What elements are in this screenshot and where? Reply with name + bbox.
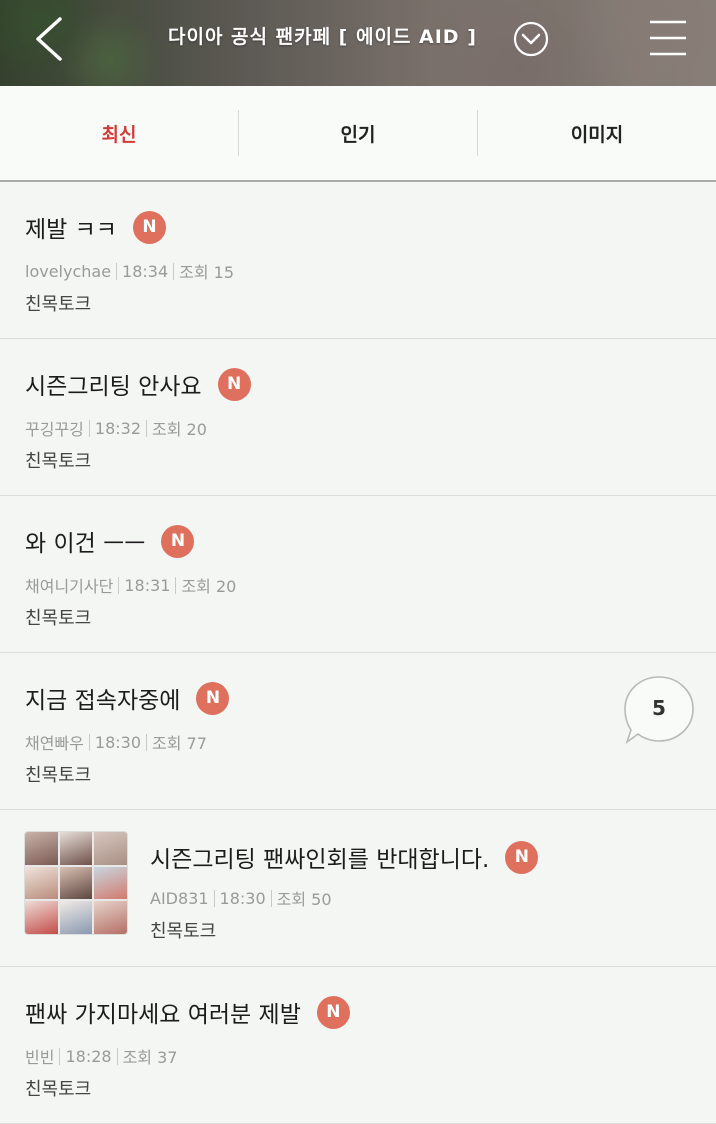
post-meta: 빈빈 18:28 조회 37: [25, 1044, 177, 1068]
hamburger-menu-icon[interactable]: [648, 18, 688, 58]
post-title[interactable]: 시즌그리팅 안사요: [25, 367, 202, 401]
tab-bar: 최신 인기 이미지: [0, 86, 716, 182]
meta-divider: [175, 576, 177, 594]
post-meta: 채여니기사단 18:31 조회 20: [25, 573, 236, 597]
meta-divider: [116, 262, 118, 280]
post-time: 18:28: [65, 1046, 112, 1066]
post-title[interactable]: 제발 ㅋㅋ: [25, 210, 117, 244]
meta-divider: [173, 262, 175, 280]
chevron-down-icon[interactable]: [513, 21, 549, 57]
post-author: lovelychae: [25, 261, 112, 281]
post-time: 18:32: [94, 418, 141, 438]
list-item[interactable]: 시즌그리팅 팬싸인회를 반대합니다. N AID831 18:30 조회 50 …: [0, 810, 716, 967]
post-meta: 꾸깅꾸깅 18:32 조회 20: [25, 416, 207, 440]
list-item[interactable]: 와 이건 ㅡㅡ N 채여니기사단 18:31 조회 20 친목토크: [0, 496, 716, 653]
post-views: 조회 20: [152, 420, 207, 439]
meta-divider: [213, 889, 215, 907]
post-title[interactable]: 팬싸 가지마세요 여러분 제발: [25, 995, 301, 1029]
post-board: 친목토크: [25, 451, 92, 472]
post-board: 친목토크: [25, 294, 92, 315]
meta-divider: [270, 889, 272, 907]
meta-divider: [88, 419, 90, 437]
post-board: 친목토크: [150, 921, 217, 942]
back-arrow-icon[interactable]: [30, 16, 70, 62]
post-meta: 채연빠우 18:30 조회 77: [25, 730, 207, 754]
new-badge: N: [217, 367, 251, 401]
post-author: 채연빠우: [25, 734, 84, 753]
top-header: 다이아 공식 팬카페 [ 에이드 AID ]: [0, 0, 716, 86]
post-views: 조회 77: [152, 734, 207, 753]
post-views: 조회 50: [276, 890, 332, 909]
post-board: 친목토크: [25, 608, 92, 629]
post-time: 18:31: [124, 575, 171, 595]
new-badge: N: [505, 840, 539, 874]
post-author: 꾸깅꾸깅: [25, 420, 84, 439]
comment-count: 5: [652, 696, 666, 720]
post-views: 조회 20: [181, 577, 237, 596]
cafe-title[interactable]: 다이아 공식 팬카페 [ 에이드 AID ]: [168, 22, 477, 49]
post-meta: lovelychae 18:34 조회 15: [25, 259, 234, 283]
post-views: 조회 15: [179, 263, 235, 282]
post-author: 채여니기사단: [25, 577, 114, 596]
meta-divider: [146, 419, 147, 437]
post-list: 제발 ㅋㅋ N lovelychae 18:34 조회 15 친목토크 시즌그리…: [0, 182, 716, 1124]
tab-popular[interactable]: 인기: [239, 86, 477, 180]
post-board: 친목토크: [25, 765, 92, 786]
tab-latest[interactable]: 최신: [0, 86, 238, 180]
new-badge: N: [196, 681, 230, 715]
post-title[interactable]: 와 이건 ㅡㅡ: [25, 524, 145, 558]
meta-divider: [88, 733, 90, 751]
post-author: AID831: [150, 888, 209, 908]
list-item[interactable]: 지금 접속자중에 N 채연빠우 18:30 조회 77 친목토크 5: [0, 653, 716, 810]
post-author: 빈빈: [25, 1048, 55, 1067]
post-meta: AID831 18:30 조회 50: [150, 886, 332, 910]
post-board: 친목토크: [25, 1079, 92, 1100]
meta-divider: [146, 733, 147, 751]
post-time: 18:30: [219, 888, 266, 908]
new-badge: N: [316, 995, 350, 1029]
post-time: 18:34: [122, 261, 169, 281]
post-title[interactable]: 지금 접속자중에: [25, 681, 180, 715]
list-item[interactable]: 시즌그리팅 안사요 N 꾸깅꾸깅 18:32 조회 20 친목토크: [0, 339, 716, 496]
post-thumbnail[interactable]: [24, 831, 128, 935]
tab-images[interactable]: 이미지: [478, 86, 716, 180]
meta-divider: [116, 1047, 118, 1065]
post-views: 조회 37: [122, 1048, 178, 1067]
list-item[interactable]: 팬싸 가지마세요 여러분 제발 N 빈빈 18:28 조회 37 친목토크: [0, 967, 716, 1124]
post-time: 18:30: [94, 732, 141, 752]
comment-count-bubble[interactable]: 5: [623, 675, 695, 747]
list-item[interactable]: 제발 ㅋㅋ N lovelychae 18:34 조회 15 친목토크: [0, 182, 716, 339]
new-badge: N: [132, 210, 166, 244]
meta-divider: [118, 576, 120, 594]
new-badge: N: [161, 524, 195, 558]
meta-divider: [59, 1047, 61, 1065]
post-title[interactable]: 시즌그리팅 팬싸인회를 반대합니다.: [150, 840, 489, 874]
